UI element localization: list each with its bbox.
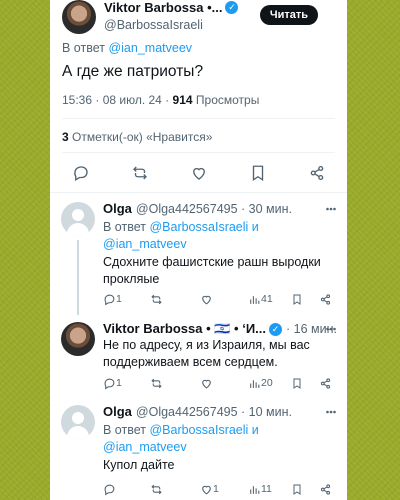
reply-to-and: и — [251, 423, 259, 437]
tweet-meta: 15:36 · 08 июл. 24 · 914 Просмотры — [62, 93, 259, 107]
reply-text: Сдохните фашистские рашн выродки прокляы… — [103, 254, 321, 288]
reply-text: Купол дайте — [103, 458, 175, 472]
author-info: Viktor Barbossa •... ✓ @BarbossaIsraeli — [104, 0, 239, 32]
tweet-timestamp[interactable]: 15:36 · 08 июл. 24 · — [62, 93, 169, 107]
reply-to-handle-link[interactable]: @BarbossaIsraeli — [149, 220, 248, 234]
reply-to-handle-link[interactable]: @ian_matveev — [103, 440, 187, 454]
bookmark-icon[interactable] — [291, 483, 303, 496]
heart-icon[interactable] — [190, 164, 208, 182]
reply-icon[interactable] — [72, 164, 90, 182]
more-icon[interactable] — [326, 207, 336, 211]
reply-author-name[interactable]: Olga — [103, 201, 132, 216]
reply-to-prefix: В ответ — [103, 220, 146, 234]
divider — [62, 118, 335, 119]
views-button[interactable]: 41 — [248, 293, 273, 306]
reply-header: Viktor Barbossa • 🇮🇱 • ‘И... ✓ · 16 мин. — [103, 321, 337, 337]
reply-tweet[interactable]: Olga @Olga442567495 · 10 мин. В ответ @B… — [50, 403, 347, 500]
tweet-card: Viktor Barbossa •... ✓ @BarbossaIsraeli … — [50, 0, 347, 500]
likes-summary[interactable]: 3 Отметки(-ок) «Нравится» — [62, 130, 212, 144]
reply-button[interactable] — [103, 483, 116, 496]
main-action-bar — [50, 163, 347, 185]
reply-avatar[interactable] — [61, 405, 95, 439]
reply-tweet[interactable]: Viktor Barbossa • 🇮🇱 • ‘И... ✓ · 16 мин.… — [50, 320, 347, 400]
reply-to-handle-link[interactable]: @ian_matveev — [103, 237, 187, 251]
verified-badge-icon: ✓ — [225, 1, 239, 14]
likes-count: 3 — [62, 130, 69, 144]
divider — [50, 192, 347, 193]
reply-to-and: и — [251, 220, 259, 234]
thread-line — [77, 240, 79, 315]
reply-text-line: поддерживаем всем сердцем. — [103, 355, 278, 369]
likes-label: Отметки(-ок) «Нравится» — [72, 130, 213, 144]
reply-avatar[interactable] — [61, 322, 95, 356]
views-label: Просмотры — [195, 93, 260, 107]
reply-action-bar: 1 41 — [103, 292, 333, 306]
views-count: 11 — [261, 483, 272, 495]
reply-avatar[interactable] — [61, 202, 95, 236]
bookmark-icon[interactable] — [291, 293, 303, 306]
more-icon[interactable] — [326, 410, 336, 414]
views-count: 20 — [261, 377, 273, 389]
reply-text-line: Не по адресу, я из Израиля, мы вас — [103, 338, 310, 352]
share-icon[interactable] — [319, 293, 332, 306]
retweet-icon[interactable] — [150, 293, 163, 306]
reply-handle-time[interactable]: @Olga442567495 · 10 мин. — [136, 405, 292, 419]
reply-to-line: В ответ @BarbossaIsraeli и @ian_matveev — [103, 219, 259, 253]
reply-header: Olga @Olga442567495 · 10 мин. — [103, 404, 292, 419]
reply-count: 1 — [116, 293, 122, 305]
like-button[interactable]: 1 — [200, 483, 219, 496]
author-avatar[interactable] — [62, 0, 96, 34]
heart-icon[interactable] — [200, 377, 213, 390]
reply-author-name[interactable]: Olga — [103, 404, 132, 419]
reply-to-line: В ответ @ian_matveev — [62, 41, 192, 55]
reply-button[interactable]: 1 — [103, 377, 122, 390]
more-icon[interactable] — [326, 327, 336, 331]
heart-icon[interactable] — [200, 293, 213, 306]
reply-to-prefix: В ответ — [103, 423, 146, 437]
reply-to-prefix: В ответ — [62, 41, 105, 55]
reply-handle-time[interactable]: @Olga442567495 · 30 мин. — [136, 202, 292, 216]
share-icon[interactable] — [319, 377, 332, 390]
bookmark-icon[interactable] — [291, 377, 303, 390]
reply-to-handle-link[interactable]: @ian_matveev — [108, 41, 192, 55]
retweet-icon[interactable] — [150, 377, 163, 390]
views-button[interactable]: 20 — [248, 377, 273, 390]
reply-button[interactable]: 1 — [103, 293, 122, 306]
reply-tweet[interactable]: Olga @Olga442567495 · 30 мин. В ответ @B… — [50, 200, 347, 315]
author-handle[interactable]: @BarbossaIsraeli — [104, 18, 238, 32]
author-name[interactable]: Viktor Barbossa •... — [104, 0, 222, 15]
reply-text-line: Сдохните фашистские рашн выродки — [103, 255, 321, 269]
retweet-icon[interactable] — [150, 483, 163, 496]
reply-to-handle-link[interactable]: @BarbossaIsraeli — [149, 423, 248, 437]
reply-text: Не по адресу, я из Израиля, мы вас подде… — [103, 337, 310, 371]
share-icon[interactable] — [319, 483, 332, 496]
divider — [62, 152, 335, 153]
retweet-icon[interactable] — [131, 164, 149, 182]
views-count: 41 — [261, 293, 273, 305]
reply-to-line: В ответ @BarbossaIsraeli и @ian_matveev — [103, 422, 259, 456]
reply-action-bar: 1 11 — [103, 482, 333, 496]
bookmark-icon[interactable] — [249, 164, 267, 182]
tweet-text: А где же патриоты? — [62, 63, 204, 80]
reply-text-line: прокляые — [103, 272, 160, 286]
verified-badge-icon: ✓ — [269, 322, 282, 336]
follow-button[interactable]: Читать — [260, 5, 318, 25]
views-count: 914 — [172, 93, 193, 107]
reply-count: 1 — [116, 377, 122, 389]
views-button[interactable]: 11 — [248, 483, 272, 496]
like-count: 1 — [213, 483, 219, 495]
share-icon[interactable] — [308, 164, 326, 182]
reply-header: Olga @Olga442567495 · 30 мин. — [103, 201, 292, 216]
reply-action-bar: 1 20 — [103, 376, 333, 390]
reply-author-name[interactable]: Viktor Barbossa • 🇮🇱 • ‘И... — [103, 321, 266, 337]
